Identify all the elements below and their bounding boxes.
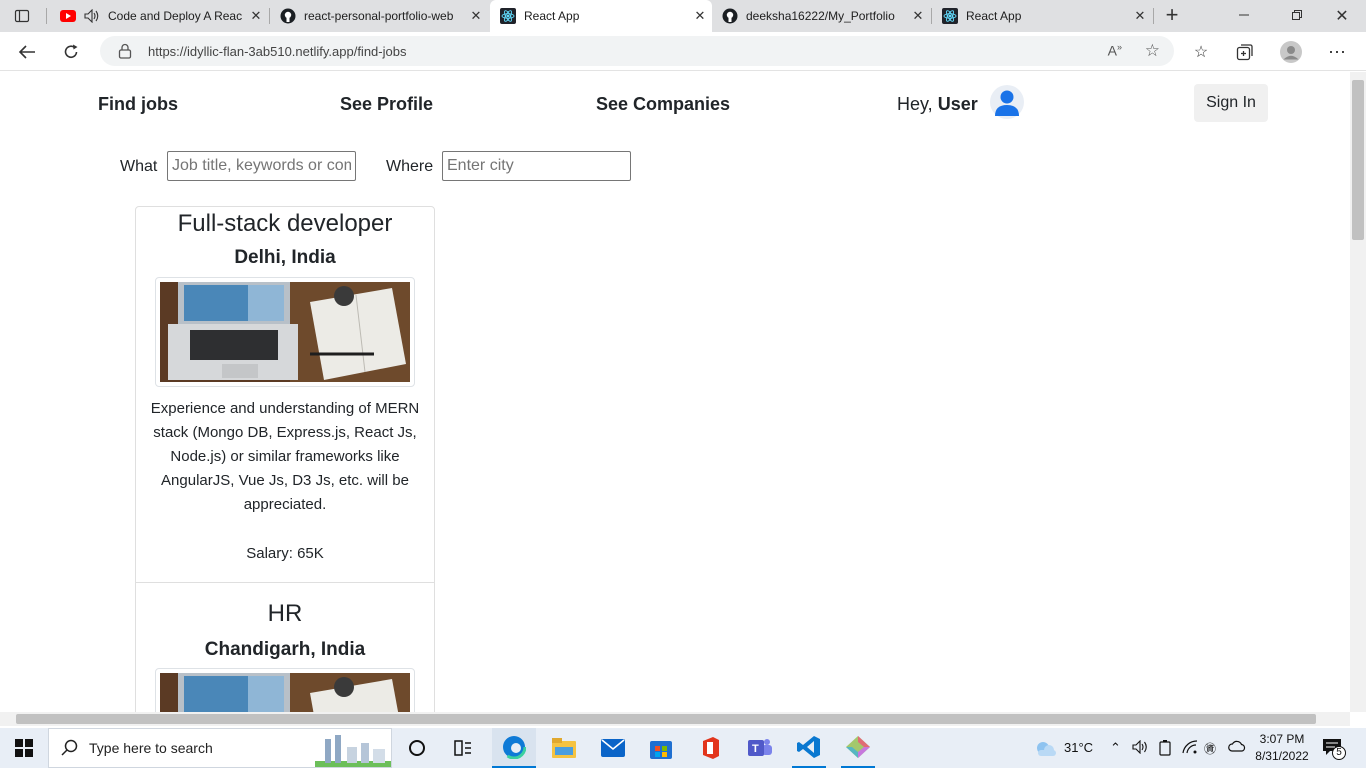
volume-icon[interactable] [1132, 739, 1150, 757]
notification-center-icon[interactable]: 5 [1322, 738, 1348, 760]
job-title: HR [267, 600, 303, 627]
laptop-notebook-image [160, 282, 410, 382]
task-view-icon[interactable] [400, 733, 434, 763]
office-icon[interactable] [693, 733, 727, 763]
microsoft-store-icon[interactable] [644, 733, 678, 763]
browser-tab-react-app[interactable]: React App ✕ [932, 0, 1152, 32]
city-input[interactable] [442, 151, 631, 181]
restore-window-icon[interactable] [1285, 8, 1309, 24]
search-placeholder: Type here to search [89, 740, 213, 756]
weather-temperature[interactable]: 31°C [1064, 740, 1093, 755]
close-tab-icon[interactable]: ✕ [464, 8, 488, 24]
wifi-icon[interactable] [1182, 740, 1198, 757]
browser-tab-react-app-active[interactable]: React App ✕ [490, 0, 712, 32]
job-card[interactable]: Full-stack developer Delhi, India Experi… [136, 207, 434, 583]
close-window-icon[interactable]: ✕ [1330, 6, 1354, 26]
job-description: Experience and understanding of MERN sta… [150, 400, 420, 513]
what-label: What [120, 158, 158, 175]
job-location: Delhi, India [234, 247, 336, 268]
github-icon [722, 8, 738, 24]
file-explorer-icon[interactable] [547, 733, 581, 763]
tab-title: Code and Deploy A Reac [108, 9, 243, 23]
react-icon [500, 8, 516, 24]
job-image [155, 277, 415, 387]
git-app-icon[interactable] [841, 728, 875, 768]
language-input-icon[interactable]: ㊮ [1204, 740, 1216, 757]
read-aloud-icon[interactable]: A» [1108, 42, 1122, 59]
react-icon [942, 8, 958, 24]
more-options-icon[interactable]: ⋯ [1326, 41, 1348, 63]
onedrive-cloud-icon[interactable] [1228, 740, 1246, 755]
youtube-icon [60, 8, 76, 24]
close-tab-icon[interactable]: ✕ [1128, 8, 1152, 24]
user-avatar-icon[interactable] [990, 85, 1024, 119]
browser-tab-github-portfolio[interactable]: deeksha16222/My_Portfolio ✕ [712, 0, 930, 32]
laptop-notebook-image [160, 673, 410, 712]
teams-icon[interactable]: T [743, 733, 777, 763]
github-icon [280, 8, 296, 24]
favorites-icon[interactable]: ☆ [1190, 41, 1212, 63]
weather-cloud-icon[interactable] [1032, 738, 1058, 763]
edge-browser-icon[interactable] [492, 728, 536, 768]
nav-see-companies[interactable]: See Companies [596, 94, 730, 115]
nav-find-jobs[interactable]: Find jobs [98, 94, 178, 115]
lock-icon[interactable] [118, 43, 132, 62]
collections-icon[interactable] [1234, 41, 1256, 63]
taskbar-clock[interactable]: 3:07 PM 8/31/2022 [1252, 731, 1312, 765]
vertical-scrollbar-thumb[interactable] [1352, 80, 1364, 240]
job-keyword-input[interactable] [167, 151, 356, 181]
taskbar-search-box[interactable]: Type here to search [48, 728, 392, 768]
horizontal-scrollbar-thumb[interactable] [16, 714, 1316, 724]
url-text: https://idyllic-flan-3ab510.netlify.app/… [148, 43, 407, 59]
city-skyline-icon [315, 731, 391, 770]
job-card[interactable]: HR Chandigarh, India [136, 584, 434, 712]
clock-time: 3:07 PM [1259, 732, 1305, 746]
job-list: Full-stack developer Delhi, India Experi… [135, 206, 435, 712]
back-arrow-icon[interactable] [16, 41, 38, 63]
user-greeting: Hey, User [897, 94, 978, 115]
job-title: Full-stack developer [177, 210, 393, 237]
tab-title: react-personal-portfolio-web [304, 9, 454, 23]
user-name: User [937, 94, 978, 114]
job-image [155, 668, 415, 712]
greeting-text: Hey, [897, 94, 933, 114]
notification-count-badge: 5 [1332, 746, 1346, 760]
web-page: Find jobs See Profile See Companies Hey,… [0, 72, 1350, 712]
taskbar: Type here to search T 31°C ⌃ ㊮ 3:07 PM 8… [0, 728, 1366, 768]
tab-title: deeksha16222/My_Portfolio [746, 9, 895, 23]
job-salary: Salary: 65K [246, 545, 324, 562]
speaker-icon[interactable] [84, 8, 100, 24]
tab-title: React App [524, 9, 580, 23]
add-favorite-icon[interactable]: ☆ [1145, 41, 1160, 61]
where-label: Where [386, 158, 434, 175]
close-tab-icon[interactable]: ✕ [244, 8, 268, 24]
minimize-window-icon[interactable] [1232, 8, 1256, 24]
windows-start-icon[interactable] [7, 733, 41, 763]
mail-icon[interactable] [596, 733, 630, 763]
tab-actions-icon[interactable] [14, 8, 30, 24]
close-tab-icon[interactable]: ✕ [688, 8, 712, 24]
search-icon [61, 739, 79, 760]
browser-address-bar: https://idyllic-flan-3ab510.netlify.app/… [0, 32, 1366, 71]
tab-title: React App [966, 9, 1022, 23]
refresh-icon[interactable] [60, 41, 82, 63]
vscode-icon[interactable] [792, 728, 826, 768]
svg-text:T: T [752, 743, 759, 755]
close-tab-icon[interactable]: ✕ [906, 8, 930, 24]
new-tab-icon[interactable]: + [1160, 4, 1184, 28]
browser-tab-github[interactable]: react-personal-portfolio-web ✕ [270, 0, 488, 32]
nav-see-profile[interactable]: See Profile [340, 94, 433, 115]
clock-date: 8/31/2022 [1255, 749, 1309, 763]
widgets-icon[interactable] [446, 733, 480, 763]
chevron-up-icon[interactable]: ⌃ [1110, 740, 1121, 756]
url-field[interactable]: https://idyllic-flan-3ab510.netlify.app/… [100, 36, 1174, 66]
browser-tab-youtube[interactable]: Code and Deploy A Reac ✕ [50, 0, 268, 32]
browser-tab-strip: Code and Deploy A Reac ✕ react-personal-… [0, 0, 1366, 32]
sign-in-button[interactable]: Sign In [1194, 84, 1268, 122]
profile-avatar-icon[interactable] [1280, 41, 1302, 63]
job-location: Chandigarh, India [204, 639, 366, 660]
battery-icon[interactable] [1158, 740, 1172, 759]
